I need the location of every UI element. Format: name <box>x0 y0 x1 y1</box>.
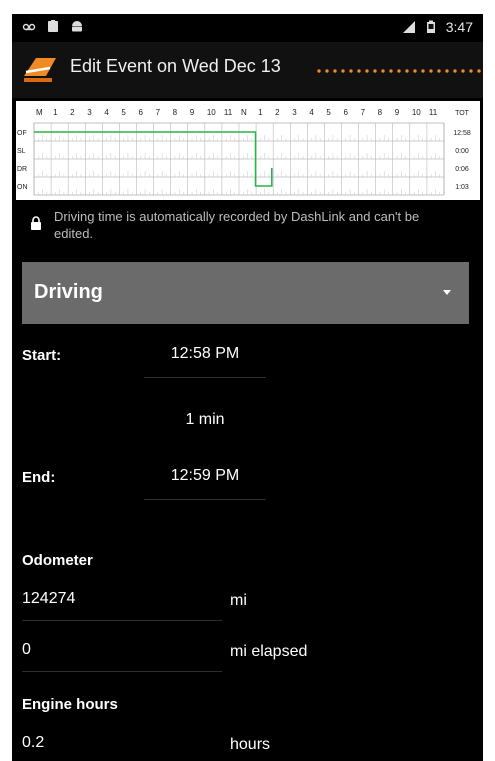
hour-tick-label: 1 <box>258 108 263 117</box>
android-icon <box>72 21 82 32</box>
log-graph: M 1 2 3 4 5 6 7 8 9 10 11 N 1 2 3 4 5 6 7 8 9 10 11 TOT OF 12:58 SL… <box>16 101 480 200</box>
odometer-unit: mi <box>230 592 247 609</box>
hour-tick-label: 7 <box>361 108 366 117</box>
clipboard-icon <box>48 20 58 32</box>
engine-hours-input[interactable]: 0.2 <box>22 734 222 761</box>
signal-icon <box>402 21 415 33</box>
engine-hours-heading: Engine hours <box>22 696 118 713</box>
odometer-elapsed-unit: mi elapsed <box>230 643 308 660</box>
hour-tick-label: 3 <box>87 108 92 117</box>
hour-tick-label: 1 <box>53 108 58 117</box>
hour-tick-label: N <box>241 108 247 117</box>
end-label: End: <box>22 469 56 486</box>
duty-status-dropdown[interactable]: Driving <box>22 262 469 324</box>
hour-tick-label: M <box>36 108 43 117</box>
duty-status-value: Driving <box>34 281 103 303</box>
hour-tick-label: 10 <box>207 108 216 117</box>
row-label-of: OF <box>17 130 27 137</box>
total-header: TOT <box>455 110 470 117</box>
row-label-dr: DR <box>17 166 27 173</box>
hour-tick-label: 11 <box>429 108 438 117</box>
read-only-notice: Driving time is automatically recorded b… <box>12 206 483 250</box>
page-title: Edit Event on Wed Dec 13 <box>70 56 281 76</box>
hour-tick-label: 6 <box>344 108 349 117</box>
lock-icon <box>31 216 41 230</box>
hour-tick-label: 10 <box>412 108 421 117</box>
start-label: Start: <box>22 347 62 364</box>
phone-screen: 3:47 Edit Event on Wed Dec 13 M 1 2 3 4 5 6 7 8 9… <box>12 14 483 761</box>
chevron-down-icon <box>443 290 451 295</box>
notice-text: Driving time is automatically recorded b… <box>54 209 420 241</box>
row-total-of: 12:58 <box>453 130 471 137</box>
dashlink-logo <box>24 58 56 82</box>
voicemail-icon <box>22 23 36 31</box>
hour-tick-label: 9 <box>190 108 195 117</box>
hour-tick-label: 7 <box>156 108 161 117</box>
hour-tick-label: 3 <box>292 108 297 117</box>
hour-tick-label: 4 <box>104 108 109 117</box>
duration-text: 1 min <box>185 411 225 428</box>
hour-tick-label: 8 <box>173 108 178 117</box>
row-label-on: ON <box>17 184 28 191</box>
row-total-dr: 0:06 <box>455 166 469 173</box>
odometer-elapsed-input[interactable]: 0 <box>22 641 222 672</box>
hour-tick-label: 8 <box>378 108 383 117</box>
hour-tick-label: 9 <box>395 108 400 117</box>
annotation-dotted-line <box>315 69 483 73</box>
hour-tick-label: 2 <box>70 108 75 117</box>
hour-tick-label: 2 <box>275 108 280 117</box>
start-time-field[interactable]: 12:58 PM <box>144 345 266 378</box>
engine-hours-unit: hours <box>230 736 271 753</box>
hour-tick-label: 5 <box>326 108 331 117</box>
odometer-heading: Odometer <box>22 552 93 569</box>
hour-tick-label: 4 <box>309 108 314 117</box>
hour-tick-label: 5 <box>121 108 126 117</box>
hour-tick-label: 11 <box>224 108 233 117</box>
end-time-field[interactable]: 12:59 PM <box>144 467 266 500</box>
row-total-sl: 0:00 <box>455 148 469 155</box>
odometer-input[interactable]: 124274 <box>22 590 222 621</box>
hour-tick-label: 6 <box>139 108 144 117</box>
row-label-sl: SL <box>17 148 26 155</box>
clock: 3:47 <box>445 19 473 35</box>
battery-icon <box>426 20 435 33</box>
row-total-on: 1:03 <box>455 184 469 191</box>
status-bar: 3:47 <box>12 14 483 42</box>
